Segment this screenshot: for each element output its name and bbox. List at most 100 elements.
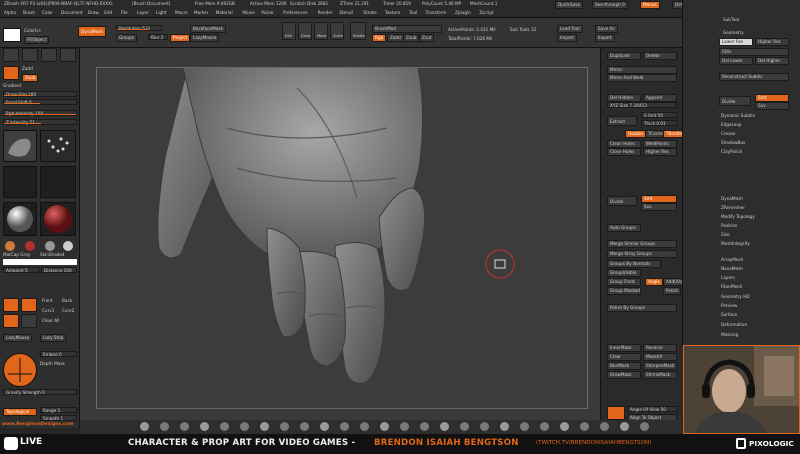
export-button[interactable]: Export	[595, 34, 615, 42]
brush-icon[interactable]	[3, 48, 19, 62]
nanomesh-item[interactable]: NanoMesh	[721, 266, 743, 271]
menu-item[interactable]: File	[121, 10, 128, 15]
shadowbox-item[interactable]: ShadowBox	[721, 140, 745, 145]
brush-preset-icon[interactable]	[620, 422, 629, 431]
delete-button[interactable]: Delete	[643, 52, 677, 60]
menu-item[interactable]: Alpha	[4, 10, 16, 15]
scale-icon[interactable]: Scale	[330, 22, 344, 40]
groups-button[interactable]: Groups	[116, 34, 137, 42]
symmetry-active-icon[interactable]	[21, 298, 37, 312]
menu-item[interactable]: Draw	[88, 10, 99, 15]
menu-item[interactable]: Texture	[385, 10, 400, 15]
del-higher-button[interactable]: Del Higher	[755, 57, 789, 65]
del-hidden-button[interactable]: Del Hidden	[607, 94, 641, 102]
thick-slider[interactable]: Thick 0.01	[641, 120, 677, 126]
ambient-slider[interactable]: Ambient 5	[3, 267, 39, 273]
draw-mode-icon[interactable]	[3, 66, 19, 80]
reverse-mask-button[interactable]: Reverse	[643, 344, 677, 352]
menu-item[interactable]: Zplugin	[455, 10, 471, 15]
groups-by-normals-button[interactable]: Groups By Normals	[607, 260, 661, 268]
suv-toggle[interactable]: Suv	[641, 203, 677, 211]
brush-preset-icon[interactable]	[280, 422, 289, 431]
material-swatch-icon[interactable]	[63, 241, 73, 251]
claypolish-item[interactable]: ClayPolish	[721, 149, 742, 154]
menu-item[interactable]: Transform	[426, 10, 447, 15]
smooth-slider[interactable]: Smooth 1	[40, 415, 77, 421]
lower-res-button[interactable]: Lower Res	[719, 38, 753, 46]
append-button[interactable]: Append	[643, 94, 677, 102]
auto-groups-button[interactable]: Auto Groups	[607, 224, 641, 232]
range-slider[interactable]: Range 1	[40, 407, 77, 413]
divide-button[interactable]: Divide	[719, 96, 751, 106]
z-intensity-slider[interactable]: Z Intensity 51	[3, 119, 77, 125]
brush-preset-icon[interactable]	[440, 422, 449, 431]
modify-topology-item[interactable]: Modify Topology	[721, 214, 755, 219]
sdiv-slider[interactable]: SDiv	[719, 48, 789, 56]
xyz-size-slider[interactable]: XYZ Size 7.26453	[607, 102, 677, 108]
skin-material-thumbnail[interactable]	[40, 202, 76, 236]
blur-slider[interactable]: Blur 2	[148, 34, 168, 40]
duplicate-button[interactable]: Duplicate	[607, 52, 641, 60]
lazy-step-button[interactable]: Lazy Step	[40, 334, 67, 342]
suv-toggle[interactable]: Suv	[755, 102, 789, 110]
depth-mask-dial-icon[interactable]	[3, 353, 37, 387]
brush-preset-icon[interactable]	[540, 422, 549, 431]
brush-preset-icon[interactable]	[360, 422, 369, 431]
mask-all-button[interactable]: MaskAll	[643, 353, 677, 361]
texture-thumbnail[interactable]	[3, 166, 37, 198]
higher-res-button[interactable]: Higher Res	[643, 148, 677, 156]
lasso-icon[interactable]	[41, 48, 57, 62]
dynamesh-button[interactable]: DynaMesh	[78, 26, 106, 37]
menu-item[interactable]: Preferences	[283, 10, 308, 15]
sharpen-mask-button[interactable]: SharpenMask	[643, 362, 677, 370]
brush-preset-icon[interactable]	[420, 422, 429, 431]
material-swatch-icon[interactable]	[5, 241, 15, 251]
camera-icon[interactable]	[607, 406, 625, 420]
edgeloop-item[interactable]: EdgeLoop	[721, 122, 742, 127]
draw-size-slider[interactable]: Draw Size 195	[3, 91, 77, 97]
del-lower-button[interactable]: Del Lower	[719, 57, 753, 65]
brush-preset-icon[interactable]	[380, 422, 389, 431]
menu-item[interactable]: Layer	[137, 10, 149, 15]
shrink-mask-button[interactable]: ShrinkMask	[643, 371, 677, 379]
angle-toggle[interactable]: Angle	[645, 278, 663, 286]
brush-preset-icon[interactable]	[260, 422, 269, 431]
blur-mask-button[interactable]: BlurMask	[607, 362, 641, 370]
material-swatch-icon[interactable]	[25, 241, 35, 251]
menus-button[interactable]: Menus	[640, 1, 660, 9]
brush-preset-icon[interactable]	[480, 422, 489, 431]
resolution-slider[interactable]: Resolution 512	[116, 25, 162, 31]
mesh-integrity-item[interactable]: MeshIntegrity	[721, 241, 750, 246]
clean-holes-button[interactable]: Clean Holes	[607, 140, 641, 148]
alpha-icon[interactable]	[60, 48, 76, 62]
menu-item[interactable]: Stencil	[339, 10, 353, 15]
polish-by-groups-button[interactable]: Polish By Groups	[607, 304, 677, 312]
brush-mode-button[interactable]: BrushMod	[372, 25, 442, 33]
menu-item[interactable]: Color	[42, 10, 53, 15]
save-as-button[interactable]: Save As	[595, 25, 618, 33]
zsub-button[interactable]: Zsub	[22, 74, 39, 82]
menu-item[interactable]: Edit	[104, 10, 112, 15]
fibermesh-item[interactable]: FiberMesh	[721, 284, 742, 289]
dynamic-subdiv-item[interactable]: Dynamic Subdiv	[721, 113, 755, 118]
polish-toggle[interactable]: Polish	[663, 287, 682, 295]
gravity-strength-slider[interactable]: Gravity Strength 0	[3, 389, 77, 395]
draw-icon[interactable]: Draw	[298, 22, 312, 40]
material-thumbnail[interactable]	[3, 202, 37, 236]
fill-object-button[interactable]: FillObject	[24, 36, 50, 44]
symmetry-x-icon[interactable]	[3, 314, 19, 328]
see-through-slider[interactable]: See-through 0	[592, 1, 628, 9]
brush-preset-icon[interactable]	[160, 422, 169, 431]
stroke-thumbnail[interactable]	[40, 130, 76, 162]
menu-item[interactable]: Document	[61, 10, 83, 15]
brush-preset-icon[interactable]	[640, 422, 649, 431]
symmetry-icon[interactable]	[3, 298, 19, 312]
zcut-button[interactable]: Zcut	[419, 34, 435, 42]
size-item[interactable]: Size	[721, 232, 730, 237]
grow-mask-button[interactable]: GrowMask	[607, 371, 641, 379]
inner-mask-button[interactable]: InnerMask	[607, 344, 641, 352]
rgb-intensity-slider[interactable]: Rgb Intensity 100	[3, 110, 77, 116]
menu-item[interactable]: Zscript	[479, 10, 494, 15]
zsub-button[interactable]: Zsub	[403, 34, 420, 42]
brush-preset-icon[interactable]	[220, 422, 229, 431]
